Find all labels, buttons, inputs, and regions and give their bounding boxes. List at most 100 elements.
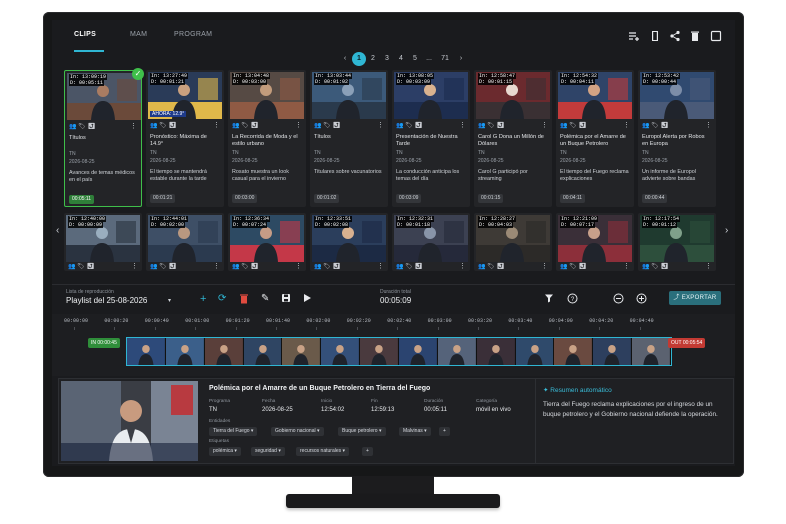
- share-icon[interactable]: [669, 30, 681, 42]
- add-tag-button[interactable]: +: [362, 447, 373, 456]
- filter-icon[interactable]: [544, 293, 554, 306]
- more-menu-icon[interactable]: ⋮: [130, 122, 137, 130]
- tag-chip[interactable]: seguridad ▾: [251, 447, 285, 456]
- add-entity-button[interactable]: +: [439, 427, 450, 436]
- clip-action-icons[interactable]: 👥 🏷 ⤴: [150, 263, 176, 270]
- clip-thumbnail[interactable]: In: 13:04:48 D: 00:03:00: [230, 72, 304, 119]
- play-icon[interactable]: [302, 293, 312, 306]
- tab-clips[interactable]: CLIPS: [74, 20, 104, 52]
- clip-card[interactable]: In: 13:27:49 D: 00:01:21 AHORA: 12.9° 👥 🏷 ⤴…: [146, 70, 224, 207]
- clip-action-icons[interactable]: 👥 🏷 ⤴: [396, 263, 422, 270]
- clip-thumbnail[interactable]: In: 13:08:05 D: 00:03:09: [394, 72, 468, 119]
- clip-thumbnail[interactable]: In: 13:09:19 D: 00:05:11: [67, 73, 141, 120]
- page-1[interactable]: 1: [352, 52, 366, 66]
- more-menu-icon[interactable]: ⋮: [295, 121, 302, 129]
- clip-action-icons[interactable]: 👥 🏷 ⤴: [232, 263, 258, 270]
- clip-thumbnail[interactable]: In: 12:44:01 D: 00:02:00: [148, 215, 222, 262]
- clip-thumbnail[interactable]: In: 12:54:32 D: 00:04:11: [558, 72, 632, 119]
- add-icon[interactable]: +: [200, 293, 206, 305]
- entity-chip[interactable]: Tierra del Fuego ▾: [209, 427, 258, 436]
- clip-card[interactable]: In: 12:58:47 D: 00:01:15 👥 🏷 ⤴ ⋮ Carol G Don…: [474, 70, 552, 207]
- timeline[interactable]: 00:00:00 00:00:20 00:00:40 00:01:00 00:01:20…: [52, 314, 735, 376]
- more-menu-icon[interactable]: ⋮: [377, 262, 384, 270]
- clip-card[interactable]: In: 12:54:32 D: 00:04:11 👥 🏷 ⤴ ⋮ Polémica po…: [556, 70, 634, 207]
- more-menu-icon[interactable]: ⋮: [459, 121, 466, 129]
- page-3[interactable]: 3: [380, 52, 394, 66]
- pagination-next[interactable]: ›: [454, 52, 468, 66]
- delete-sweep-icon[interactable]: [689, 30, 701, 42]
- edit-icon[interactable]: ✎: [261, 293, 269, 305]
- tab-mam[interactable]: MAM: [130, 20, 147, 52]
- clip-card[interactable]: In: 12:33:51 D: 00:02:08 👥 🏷 ⤴ ⋮: [310, 213, 388, 271]
- entity-chip[interactable]: Gobierno nacional ▾: [271, 427, 324, 436]
- clip-card[interactable]: In: 12:40:00 D: 00:00:09 👥 🏷 ⤴ ⋮: [64, 213, 142, 271]
- clip-thumbnail[interactable]: In: 12:58:47 D: 00:01:15: [476, 72, 550, 119]
- tag-chip[interactable]: polémica ▾: [209, 447, 241, 456]
- more-menu-icon[interactable]: ⋮: [213, 121, 220, 129]
- zoom-in-icon[interactable]: [636, 293, 647, 307]
- clip-card[interactable]: In: 13:08:05 D: 00:03:09 👥 🏷 ⤴ ⋮ Presentació…: [392, 70, 470, 207]
- more-menu-icon[interactable]: ⋮: [541, 262, 548, 270]
- tag-chip[interactable]: recursos naturales ▾: [296, 447, 350, 456]
- clip-card[interactable]: In: 13:03:44 D: 00:01:02 👥 🏷 ⤴ ⋮ Títulos TN 20…: [310, 70, 388, 207]
- more-menu-icon[interactable]: ⋮: [459, 262, 466, 270]
- clip-thumbnail[interactable]: In: 12:28:27 D: 00:04:03: [476, 215, 550, 262]
- clip-action-icons[interactable]: 👥 🏷 ⤴: [314, 122, 340, 129]
- pagination-prev[interactable]: ‹: [338, 52, 352, 66]
- page-2[interactable]: 2: [366, 52, 380, 66]
- more-menu-icon[interactable]: ⋮: [623, 121, 630, 129]
- playlist-select[interactable]: Playlist del 25-08-2026: [66, 296, 147, 305]
- clip-action-icons[interactable]: 👥 🏷 ⤴: [68, 263, 94, 270]
- clip-thumbnail[interactable]: In: 12:21:09 D: 00:07:17: [558, 215, 632, 262]
- page-71[interactable]: 71: [436, 52, 454, 66]
- clip-action-icons[interactable]: 👥 🏷 ⤴: [150, 122, 176, 129]
- chevron-down-icon[interactable]: ▾: [168, 297, 171, 304]
- clip-thumbnail[interactable]: In: 12:53:42 D: 00:00:44: [640, 72, 714, 119]
- clip-card[interactable]: In: 12:36:34 D: 00:07:24 👥 🏷 ⤴ ⋮: [228, 213, 306, 271]
- clip-thumbnail[interactable]: In: 12:36:34 D: 00:07:24: [230, 215, 304, 262]
- clip-action-icons[interactable]: 👥 🏷 ⤴: [642, 263, 668, 270]
- zoom-out-icon[interactable]: [613, 293, 624, 307]
- entity-chip[interactable]: Buque petrolero ▾: [338, 427, 386, 436]
- scroll-right-icon[interactable]: ›: [725, 225, 728, 236]
- clip-thumbnail[interactable]: In: 13:27:49 D: 00:01:21 AHORA: 12.9°: [148, 72, 222, 119]
- more-menu-icon[interactable]: ⋮: [213, 262, 220, 270]
- clip-action-icons[interactable]: 👥 🏷 ⤴: [478, 122, 504, 129]
- out-point-badge[interactable]: OUT 00:05:54: [668, 338, 706, 348]
- bookmark-icon[interactable]: [649, 30, 661, 42]
- clip-card[interactable]: In: 12:44:01 D: 00:02:00 👥 🏷 ⤴ ⋮: [146, 213, 224, 271]
- help-icon[interactable]: ?: [567, 293, 578, 307]
- clip-action-icons[interactable]: 👥 🏷 ⤴: [560, 122, 586, 129]
- in-point-badge[interactable]: IN 00:00:45: [88, 338, 120, 348]
- playlist-add-icon[interactable]: [628, 30, 640, 42]
- more-menu-icon[interactable]: ⋮: [377, 121, 384, 129]
- clip-card[interactable]: In: 13:04:48 D: 00:03:00 👥 🏷 ⤴ ⋮ La Recorrid…: [228, 70, 306, 207]
- clip-action-icons[interactable]: 👥 🏷 ⤴: [314, 263, 340, 270]
- clip-action-icons[interactable]: 👥 🏷 ⤴: [232, 122, 258, 129]
- refresh-icon[interactable]: ⟳: [218, 293, 226, 305]
- export-button[interactable]: ⤴ EXPORTAR: [669, 291, 721, 305]
- more-menu-icon[interactable]: ⋮: [295, 262, 302, 270]
- clip-card[interactable]: In: 13:09:19 D: 00:05:11 👥 🏷 ⤴ ⋮ Títulos TN 20…: [64, 68, 144, 207]
- clip-thumbnail[interactable]: In: 12:32:31 D: 00:01:18: [394, 215, 468, 262]
- delete-icon[interactable]: [239, 293, 249, 307]
- clip-action-icons[interactable]: 👥 🏷 ⤴: [642, 122, 668, 129]
- page-4[interactable]: 4: [394, 52, 408, 66]
- more-menu-icon[interactable]: ⋮: [541, 121, 548, 129]
- more-menu-icon[interactable]: ⋮: [131, 262, 138, 270]
- clip-card[interactable]: In: 12:28:27 D: 00:04:03 👥 🏷 ⤴ ⋮: [474, 213, 552, 271]
- clip-card[interactable]: In: 12:17:54 D: 00:01:12 👥 🏷 ⤴ ⋮: [638, 213, 716, 271]
- clip-thumbnail[interactable]: In: 12:33:51 D: 00:02:08: [312, 215, 386, 262]
- timeline-filmstrip[interactable]: [126, 337, 672, 366]
- tab-program[interactable]: PROGRAM: [174, 20, 212, 52]
- clip-thumbnail[interactable]: In: 12:40:00 D: 00:00:09: [66, 215, 140, 262]
- clip-action-icons[interactable]: 👥 🏷 ⤴: [478, 263, 504, 270]
- clip-card[interactable]: In: 12:21:09 D: 00:07:17 👥 🏷 ⤴ ⋮: [556, 213, 634, 271]
- entity-chip[interactable]: Malvinas ▾: [399, 427, 431, 436]
- more-menu-icon[interactable]: ⋮: [623, 262, 630, 270]
- page-5[interactable]: 5: [408, 52, 422, 66]
- square-icon[interactable]: [710, 30, 722, 42]
- clip-thumbnail[interactable]: In: 13:03:44 D: 00:01:02: [312, 72, 386, 119]
- clip-thumbnail[interactable]: In: 12:17:54 D: 00:01:12: [640, 215, 714, 262]
- clip-action-icons[interactable]: 👥 🏷 ⤴: [69, 123, 95, 130]
